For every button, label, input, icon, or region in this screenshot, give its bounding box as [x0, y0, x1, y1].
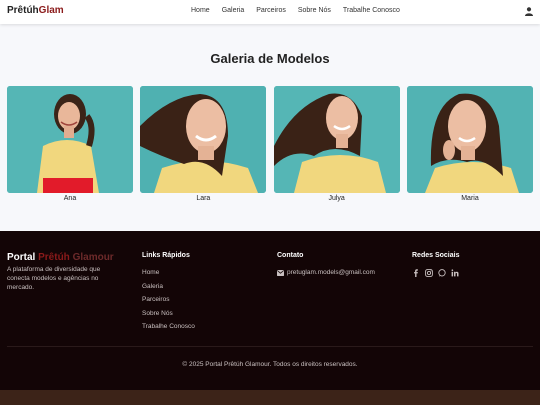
- footer-link-parceiros[interactable]: Parceiros: [142, 296, 195, 310]
- linkedin-icon[interactable]: [451, 269, 459, 277]
- copyright: © 2025 Portal Prêtúh Glamour. Todos os d…: [182, 361, 358, 368]
- footer-links: Home Galeria Parceiros Sobre Nós Trabalh…: [142, 269, 195, 337]
- footer-brand-part1: Portal: [7, 252, 39, 263]
- facebook-icon[interactable]: [412, 269, 420, 277]
- nav-trabalhe-conosco[interactable]: Trabalhe Conosco: [343, 7, 400, 14]
- instagram-icon[interactable]: [425, 269, 433, 277]
- model-name: Ana: [63, 195, 77, 202]
- main-nav: Home Galeria Parceiros Sobre Nós Trabalh…: [191, 7, 412, 14]
- top-navbar: PrêtúhGlam Home Galeria Parceiros Sobre …: [0, 0, 540, 24]
- footer-link-trabalhe-conosco[interactable]: Trabalhe Conosco: [142, 323, 195, 337]
- model-card[interactable]: Julya: [273, 86, 400, 205]
- whatsapp-icon[interactable]: [438, 269, 446, 277]
- contact-email[interactable]: pretuglam.models@gmail.com: [287, 269, 375, 276]
- footer-link-home[interactable]: Home: [142, 269, 195, 283]
- footer-divider: [7, 346, 533, 347]
- model-name: Maria: [461, 195, 479, 202]
- user-icon[interactable]: [525, 7, 533, 16]
- gallery-title: Galeria de Modelos: [210, 51, 330, 66]
- nav-galeria[interactable]: Galeria: [222, 7, 245, 14]
- nav-sobre-nos[interactable]: Sobre Nós: [298, 7, 331, 14]
- logo-main-text: Prêtúh: [7, 5, 39, 16]
- model-card[interactable]: Ana: [7, 86, 133, 205]
- links-title: Links Rápidos: [142, 252, 190, 259]
- model-name: Julya: [328, 195, 345, 202]
- contact-email-row[interactable]: pretuglam.models@gmail.com: [277, 269, 375, 276]
- footer-link-sobre-nos[interactable]: Sobre Nós: [142, 310, 195, 324]
- model-photo[interactable]: [406, 86, 533, 193]
- nav-parceiros[interactable]: Parceiros: [256, 7, 286, 14]
- model-cards: Ana Lara Julya Maria: [7, 86, 533, 205]
- footer-brand-part3: Glamour: [69, 252, 114, 263]
- model-photo[interactable]: [273, 86, 400, 193]
- social-title: Redes Sociais: [412, 252, 460, 259]
- logo-accent-text: Glam: [38, 5, 64, 16]
- footer-description: A plataforma de diversidade que conecta …: [7, 266, 101, 292]
- footer-bottom-strip: [0, 390, 540, 405]
- nav-home[interactable]: Home: [191, 7, 210, 14]
- social-icons: [412, 269, 459, 277]
- footer-brand-part2: Prêtúh: [38, 252, 70, 263]
- model-photo[interactable]: [7, 86, 133, 193]
- contact-title: Contato: [277, 252, 304, 259]
- footer-link-galeria[interactable]: Galeria: [142, 283, 195, 297]
- model-card[interactable]: Lara: [140, 86, 267, 205]
- envelope-icon: [277, 269, 284, 276]
- site-logo[interactable]: PrêtúhGlam: [7, 5, 64, 16]
- model-photo[interactable]: [140, 86, 267, 193]
- footer-brand: Portal Prêtúh Glamour: [7, 252, 114, 263]
- model-name: Lara: [196, 195, 211, 202]
- model-card[interactable]: Maria: [406, 86, 533, 205]
